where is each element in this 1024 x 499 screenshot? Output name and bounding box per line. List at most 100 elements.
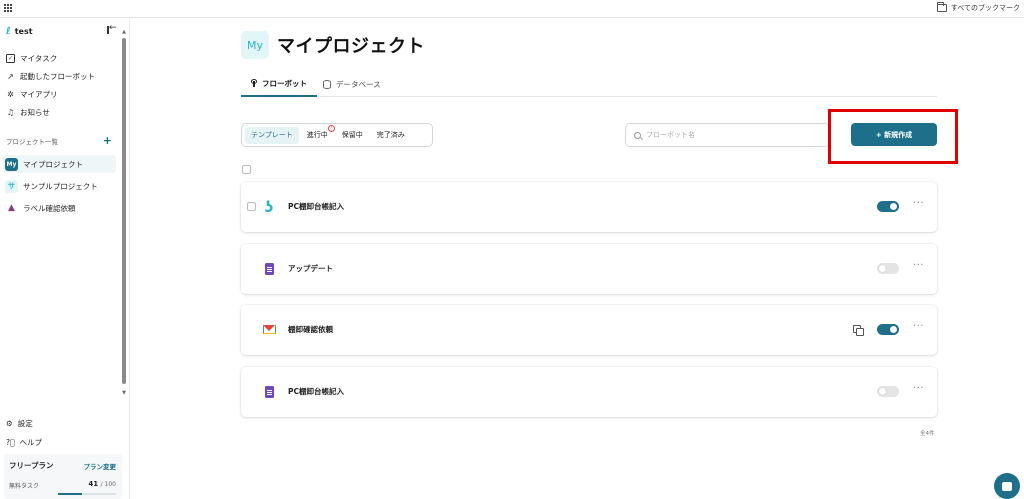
sidebar: ℓ test ▲ ▼ ✓ マイタスク ↗ 起動したフローボット ✲ マイアプリ … [0, 18, 130, 499]
bell-icon: ♫ [6, 108, 15, 117]
help-icon: ?⃝ [6, 438, 15, 447]
project-item-sample[interactable]: サ サンプルプロジェクト [3, 177, 116, 195]
workspace-header[interactable]: ℓ test [6, 26, 33, 37]
checkbox-icon: ✓ [6, 54, 15, 63]
nav-settings[interactable]: ⚙ 設定 [6, 418, 33, 429]
task-progress-fill [58, 493, 82, 495]
task-count: 41 / 100 [88, 480, 116, 488]
search-input[interactable] [646, 131, 816, 139]
row-checkbox[interactable] [247, 202, 256, 211]
task-used: 41 [88, 480, 99, 488]
enable-toggle[interactable] [877, 324, 899, 335]
project-label: マイプロジェクト [23, 159, 83, 169]
all-bookmarks-label: すべてのブックマーク [950, 4, 1020, 12]
project-badge: ▲ [8, 203, 15, 213]
project-badge: サ [5, 179, 18, 193]
task-progress-bar [58, 493, 116, 495]
flowbot-card[interactable]: アップデート ··· [241, 244, 937, 294]
search-icon [634, 131, 641, 139]
flowbot-card[interactable]: PC棚卸台帳記入 ··· [241, 367, 937, 417]
apps-grid-icon[interactable] [4, 4, 13, 13]
task-label: 無料タスク [9, 483, 40, 490]
plan-change-link[interactable]: プラン変更 [84, 461, 117, 471]
filter-in-progress[interactable]: 進行中 ! [301, 124, 335, 144]
enable-toggle[interactable] [877, 386, 899, 397]
gmail-icon [260, 321, 278, 339]
flowbot-name: PC棚卸台帳記入 [288, 202, 345, 211]
flowbot-card[interactable]: 棚卸確認依頼 ··· [241, 305, 937, 355]
plan-box: フリープラン プラン変更 無料タスク 41 / 100 [4, 454, 122, 499]
flowbot-search [625, 123, 830, 147]
yoom-icon: ʖ [264, 198, 274, 216]
nav-my-apps[interactable]: ✲ マイアプリ [6, 89, 58, 100]
flowbot-name: 棚卸確認依頼 [288, 325, 333, 334]
nav-launched-flowbots[interactable]: ↗ 起動したフローボット [6, 71, 95, 82]
flowbot-icon [251, 78, 257, 89]
page-title: マイプロジェクト [277, 36, 425, 57]
projects-header: プロジェクト一覧 + [6, 135, 112, 146]
project-label: サンプルプロジェクト [23, 181, 98, 191]
chat-icon [1002, 481, 1012, 491]
nav-my-tasks[interactable]: ✓ マイタスク [6, 53, 57, 64]
tab-label: データベース [336, 80, 381, 89]
trend-icon: ↗ [7, 72, 14, 81]
flowbot-card[interactable]: ʖ PC棚卸台帳記入 ··· [241, 182, 937, 232]
tab-flowbot[interactable]: フローボット [241, 72, 317, 97]
tab-label: フローボット [262, 79, 307, 88]
status-filter-group: テンプレート 進行中 ! 保留中 完了済み [241, 123, 433, 147]
projects-heading: プロジェクト一覧 [6, 138, 58, 146]
flowbot-name: PC棚卸台帳記入 [288, 387, 345, 396]
database-icon [323, 80, 331, 89]
filter-completed[interactable]: 完了済み [371, 127, 411, 144]
filter-label: 進行中 [306, 131, 328, 139]
main-content: My マイプロジェクト フローボット データベース テンプレート 進行中 ! 保… [131, 18, 1024, 499]
project-item-my[interactable]: My マイプロジェクト [3, 155, 116, 173]
help-label: ヘルプ [19, 438, 42, 447]
more-options-icon[interactable]: ··· [913, 383, 924, 394]
workspace-name: test [14, 27, 33, 36]
project-badge: My [5, 157, 18, 171]
plan-name: フリープラン [9, 461, 54, 470]
new-flowbot-button[interactable]: + 新規作成 [851, 123, 937, 146]
settings-label: 設定 [17, 419, 33, 428]
task-total: / 100 [100, 481, 116, 488]
more-options-icon[interactable]: ··· [913, 198, 924, 209]
flowbot-name: アップデート [288, 264, 333, 273]
project-label: ラベル確認依頼 [23, 203, 76, 213]
select-all-checkbox[interactable] [242, 165, 251, 174]
folder-icon [936, 2, 947, 12]
google-forms-icon [260, 383, 278, 401]
scroll-down-arrow-icon[interactable]: ▼ [121, 391, 127, 396]
nav-label: マイタスク [20, 54, 58, 63]
collapse-sidebar-icon[interactable] [107, 23, 117, 35]
tab-database[interactable]: データベース [323, 72, 385, 97]
bookmark-bar: すべてのブックマーク [0, 0, 1024, 18]
scrollbar-thumb[interactable] [122, 38, 126, 384]
project-item-label-check[interactable]: ▲ ラベル確認依頼 [3, 199, 116, 217]
apps-icon: ✲ [7, 90, 14, 99]
more-options-icon[interactable]: ··· [913, 260, 924, 271]
nav-help[interactable]: ?⃝ ヘルプ [6, 437, 42, 448]
nav-label: マイアプリ [20, 90, 58, 99]
add-project-icon[interactable]: + [103, 135, 112, 146]
yoom-logo-icon: ℓ [6, 26, 11, 37]
all-bookmarks-button[interactable]: すべてのブックマーク [936, 2, 1020, 13]
filter-on-hold[interactable]: 保留中 [336, 127, 369, 144]
copy-icon[interactable] [853, 325, 864, 336]
enable-toggle[interactable] [877, 201, 899, 212]
scroll-up-arrow-icon[interactable]: ▲ [121, 30, 127, 35]
google-forms-icon [260, 260, 278, 278]
alert-badge: ! [327, 124, 335, 132]
enable-toggle[interactable] [877, 263, 899, 274]
nav-label: お知らせ [20, 108, 50, 117]
nav-notifications[interactable]: ♫ お知らせ [6, 107, 50, 118]
total-count: 全4件 [920, 431, 935, 437]
chat-support-button[interactable] [994, 473, 1020, 499]
page-badge: My [241, 31, 269, 59]
nav-label: 起動したフローボット [20, 72, 95, 81]
filter-template[interactable]: テンプレート [245, 126, 299, 144]
gear-icon: ⚙ [6, 419, 13, 428]
more-options-icon[interactable]: ··· [913, 321, 924, 332]
tab-bar: フローボット データベース [241, 72, 937, 97]
sidebar-scrollbar[interactable]: ▲ ▼ [121, 30, 127, 400]
